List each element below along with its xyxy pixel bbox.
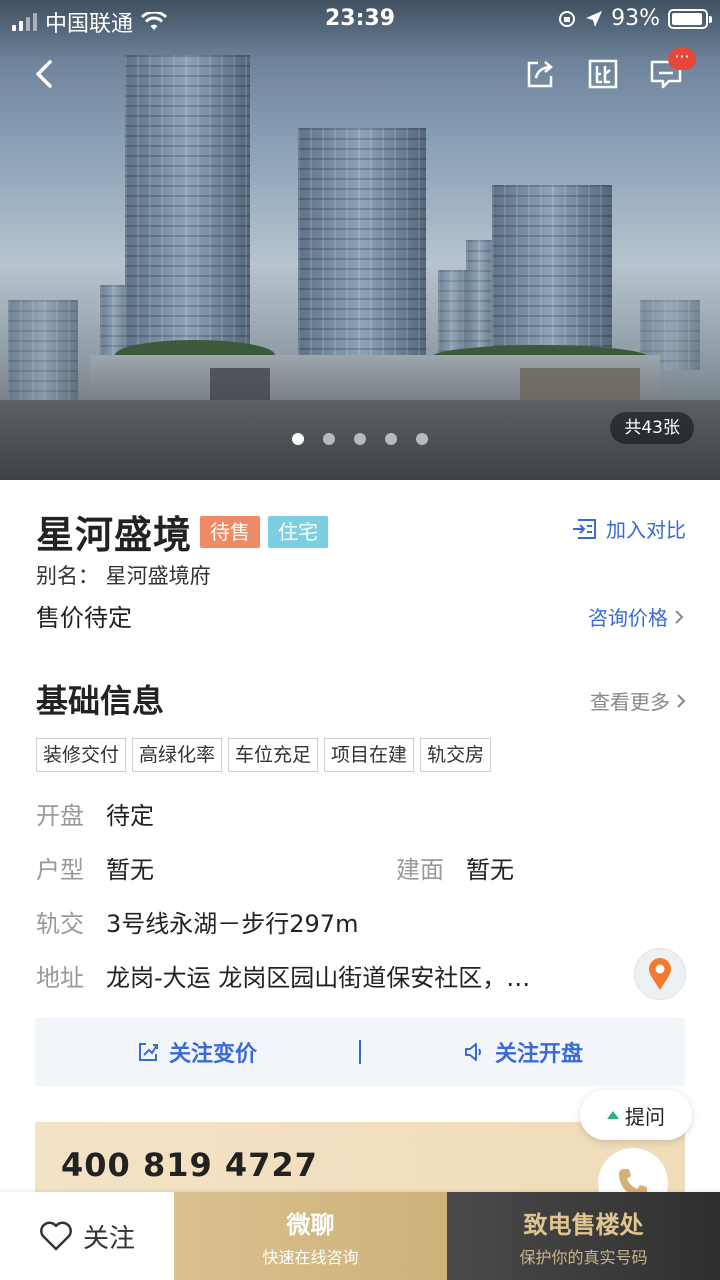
wechat-chat-button[interactable]: 微聊 快速在线咨询 xyxy=(174,1192,447,1280)
add-compare-label: 加入对比 xyxy=(606,518,686,542)
tower-illustration xyxy=(8,300,78,410)
message-badge: ··· xyxy=(668,48,696,70)
add-to-compare-button[interactable]: 加入对比 xyxy=(572,514,686,543)
feature-tag: 项目在建 xyxy=(324,738,415,772)
map-button[interactable] xyxy=(634,948,686,1000)
phone-number: 400 819 4727 xyxy=(61,1146,318,1184)
feature-tags: 装修交付 高绿化率 车位充足 项目在建 轨交房 xyxy=(36,738,492,772)
opening-row: 开盘 待定 xyxy=(36,796,154,831)
speaker-icon xyxy=(464,1043,481,1061)
photo-count-badge[interactable]: 共43张 xyxy=(610,412,694,444)
chat-label: 微聊 xyxy=(286,1210,335,1239)
gallery-dot[interactable] xyxy=(416,433,428,445)
area-row: 建面 暂无 xyxy=(396,850,514,885)
gallery-dot[interactable] xyxy=(385,433,397,445)
call-sublabel: 保护你的真实号码 xyxy=(519,1247,648,1267)
call-label: 致电售楼处 xyxy=(523,1210,644,1239)
follow-price-change-button[interactable]: 关注变价 xyxy=(35,1036,359,1068)
rotation-lock-icon xyxy=(559,10,576,27)
trend-icon xyxy=(138,1043,158,1061)
map-pin-icon xyxy=(649,958,671,990)
ask-question-button[interactable]: 提问 xyxy=(580,1090,692,1140)
status-bar: 中国联通 23:39 93% xyxy=(0,0,720,38)
chevron-right-icon xyxy=(675,609,684,624)
compare-icon xyxy=(588,59,618,89)
gallery-dots xyxy=(292,433,428,445)
triangle-up-icon xyxy=(607,1111,619,1119)
add-compare-icon xyxy=(573,518,596,539)
metro-value: 3号线永湖－步行297m xyxy=(106,910,359,938)
heart-icon xyxy=(40,1221,72,1251)
follow-button[interactable]: 关注 xyxy=(0,1192,174,1280)
chevron-left-icon xyxy=(36,60,52,88)
metro-row: 轨交 3号线永湖－步行297m xyxy=(36,904,358,939)
project-name: 星河盛境 xyxy=(36,513,193,557)
gallery-dot[interactable] xyxy=(354,433,366,445)
gallery-dot[interactable] xyxy=(292,433,304,445)
price-text: 售价待定 xyxy=(36,604,132,632)
opening-key: 开盘 xyxy=(36,802,84,830)
metro-key: 轨交 xyxy=(36,910,84,938)
tower-illustration xyxy=(492,185,612,370)
share-icon xyxy=(527,61,553,88)
area-value: 暂无 xyxy=(466,856,514,884)
feature-tag: 装修交付 xyxy=(36,738,127,772)
consult-price-label: 咨询价格 xyxy=(588,606,668,630)
follow-bar: 关注变价 关注开盘 xyxy=(35,1018,685,1086)
title-row: 星河盛境 待售 住宅 xyxy=(36,504,329,559)
battery-percent: 93% xyxy=(611,6,660,31)
share-button[interactable] xyxy=(522,56,558,92)
property-type-tag: 住宅 xyxy=(268,515,329,548)
gallery-dot[interactable] xyxy=(323,433,335,445)
tower-illustration xyxy=(466,240,494,360)
follow-label: 关注 xyxy=(82,1223,135,1254)
tower-illustration xyxy=(298,128,426,378)
opening-value: 待定 xyxy=(106,802,154,830)
layout-value: 暂无 xyxy=(106,856,154,884)
back-button[interactable] xyxy=(26,56,62,92)
chevron-right-icon xyxy=(677,693,686,708)
consult-price-link[interactable]: 咨询价格 xyxy=(588,602,684,631)
follow-opening-label: 关注开盘 xyxy=(494,1042,583,1067)
ask-question-label: 提问 xyxy=(625,1104,665,1129)
bottom-action-bar: 关注 微聊 快速在线咨询 致电售楼处 保护你的真实号码 xyxy=(0,1192,720,1280)
layout-key: 户型 xyxy=(36,856,84,884)
feature-tag: 车位充足 xyxy=(228,738,319,772)
compare-list-button[interactable] xyxy=(585,56,621,92)
location-arrow-icon xyxy=(586,10,603,27)
tower-illustration xyxy=(125,55,250,375)
address-row[interactable]: 地址 龙岗-大运 龙岗区园山街道保安社区，… xyxy=(36,958,530,993)
feature-tag: 高绿化率 xyxy=(132,738,223,772)
layout-row: 户型 暂无 xyxy=(36,850,154,885)
basic-info-title: 基础信息 xyxy=(36,682,165,720)
call-sales-office-button[interactable]: 致电售楼处 保护你的真实号码 xyxy=(447,1192,720,1280)
feature-tag: 轨交房 xyxy=(420,738,492,772)
see-more-label: 查看更多 xyxy=(590,690,670,714)
follow-opening-button[interactable]: 关注开盘 xyxy=(361,1036,685,1068)
project-alias: 别名： 星河盛境府 xyxy=(36,564,211,588)
area-key: 建面 xyxy=(396,856,444,884)
address-value: 龙岗-大运 龙岗区园山街道保安社区，… xyxy=(106,964,531,992)
address-key: 地址 xyxy=(36,964,84,992)
battery-icon xyxy=(668,8,712,29)
see-more-link[interactable]: 查看更多 xyxy=(590,686,686,715)
status-tag: 待售 xyxy=(200,515,261,548)
follow-price-change-label: 关注变价 xyxy=(168,1042,257,1067)
chat-sublabel: 快速在线咨询 xyxy=(262,1247,359,1267)
